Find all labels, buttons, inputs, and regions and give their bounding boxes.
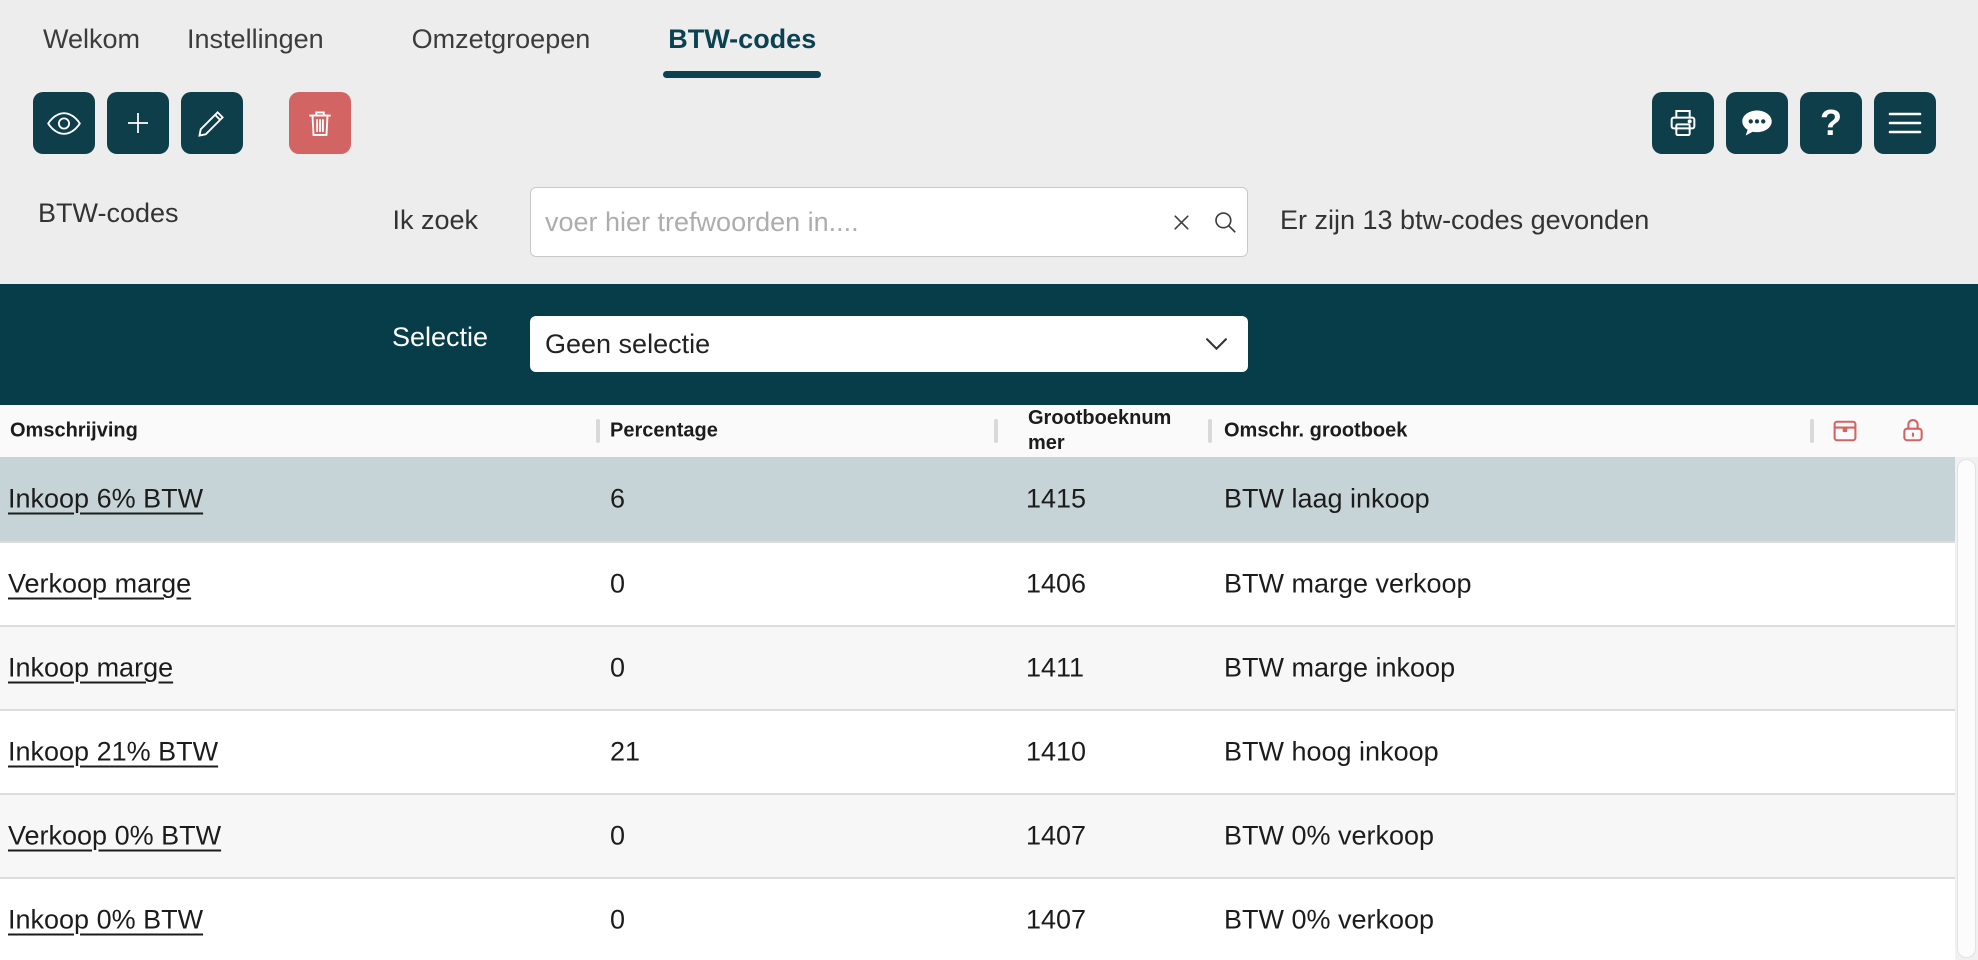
feedback-button[interactable] bbox=[1726, 92, 1788, 154]
table-row[interactable]: Inkoop 6% BTW 6 1415 BTW laag inkoop bbox=[0, 457, 1955, 541]
trash-icon bbox=[305, 108, 335, 138]
cell-grootboeknummer: 1406 bbox=[1026, 569, 1086, 600]
archive-box-icon[interactable] bbox=[1830, 416, 1860, 451]
table-header: Omschrijving Percentage Grootboeknummer … bbox=[0, 405, 1978, 457]
row-link-omschrijving[interactable]: Inkoop 6% BTW bbox=[8, 484, 203, 515]
tab-omzetgroepen[interactable]: Omzetgroepen bbox=[412, 0, 591, 78]
menu-button[interactable] bbox=[1874, 92, 1936, 154]
toolbar-left bbox=[33, 92, 351, 154]
printer-icon bbox=[1667, 107, 1699, 139]
cell-grootboeknummer: 1410 bbox=[1026, 737, 1086, 768]
view-button[interactable] bbox=[33, 92, 95, 154]
menu-icon bbox=[1888, 110, 1922, 136]
tab-bar: Welkom Instellingen Omzetgroepen BTW-cod… bbox=[0, 0, 1978, 78]
plus-icon bbox=[123, 108, 153, 138]
row-link-omschrijving[interactable]: Verkoop marge bbox=[8, 569, 191, 600]
toolbar-right: ? bbox=[1652, 92, 1936, 154]
row-link-omschrijving[interactable]: Verkoop 0% BTW bbox=[8, 821, 221, 852]
scrollbar-thumb[interactable] bbox=[1957, 459, 1976, 958]
table-row[interactable]: Inkoop 0% BTW 0 1407 BTW 0% verkoop bbox=[0, 877, 1955, 960]
app-window: Welkom Instellingen Omzetgroepen BTW-cod… bbox=[0, 0, 1978, 960]
search-label: Ik zoek bbox=[360, 205, 478, 236]
active-tab-underline bbox=[663, 71, 821, 78]
row-link-omschrijving[interactable]: Inkoop 21% BTW bbox=[8, 737, 218, 768]
table-row[interactable]: Inkoop 21% BTW 21 1410 BTW hoog inkoop bbox=[0, 709, 1955, 793]
cell-grootboeknummer: 1407 bbox=[1026, 905, 1086, 936]
column-header-percentage[interactable]: Percentage bbox=[610, 419, 718, 444]
tab-welkom[interactable]: Welkom bbox=[43, 0, 140, 78]
column-separator bbox=[1208, 419, 1212, 443]
cell-omschr-grootboek: BTW marge inkoop bbox=[1224, 653, 1455, 684]
table-row[interactable]: Verkoop marge 0 1406 BTW marge verkoop bbox=[0, 541, 1955, 625]
close-icon bbox=[1171, 212, 1192, 233]
table-row[interactable]: Inkoop marge 0 1411 BTW marge inkoop bbox=[0, 625, 1955, 709]
search-icon bbox=[1212, 209, 1238, 235]
column-separator bbox=[1810, 419, 1814, 443]
search-input[interactable] bbox=[531, 188, 1159, 256]
table-row[interactable]: Verkoop 0% BTW 0 1407 BTW 0% verkoop bbox=[0, 793, 1955, 877]
cell-omschr-grootboek: BTW 0% verkoop bbox=[1224, 821, 1434, 852]
scrollbar-track bbox=[1955, 457, 1978, 960]
row-link-omschrijving[interactable]: Inkoop marge bbox=[8, 653, 173, 684]
cell-percentage: 0 bbox=[610, 905, 625, 936]
cell-grootboeknummer: 1407 bbox=[1026, 821, 1086, 852]
search-button[interactable] bbox=[1203, 188, 1247, 256]
column-separator bbox=[596, 419, 600, 443]
pencil-icon bbox=[197, 108, 227, 138]
print-button[interactable] bbox=[1652, 92, 1714, 154]
cell-omschr-grootboek: BTW hoog inkoop bbox=[1224, 737, 1439, 768]
cell-grootboeknummer: 1415 bbox=[1026, 484, 1086, 515]
search-box bbox=[530, 187, 1248, 257]
cell-percentage: 21 bbox=[610, 737, 640, 768]
page-title: BTW-codes bbox=[38, 198, 179, 229]
eye-icon bbox=[47, 111, 81, 136]
lock-icon[interactable] bbox=[1898, 416, 1928, 451]
cell-percentage: 6 bbox=[610, 484, 625, 515]
selection-label: Selectie bbox=[340, 322, 488, 353]
clear-search-button[interactable] bbox=[1159, 188, 1203, 256]
add-button[interactable] bbox=[107, 92, 169, 154]
column-separator bbox=[994, 419, 998, 443]
cell-omschr-grootboek: BTW marge verkoop bbox=[1224, 569, 1472, 600]
table-body: Inkoop 6% BTW 6 1415 BTW laag inkoop Ver… bbox=[0, 457, 1955, 960]
tab-btw-codes[interactable]: BTW-codes bbox=[668, 0, 816, 78]
filter-band: Selectie Geen selectie bbox=[0, 284, 1978, 405]
chevron-down-icon bbox=[1205, 337, 1228, 351]
cell-percentage: 0 bbox=[610, 569, 625, 600]
help-button[interactable]: ? bbox=[1800, 92, 1862, 154]
column-header-omschr-grootboek[interactable]: Omschr. grootboek bbox=[1224, 419, 1407, 444]
chat-icon bbox=[1740, 108, 1774, 138]
selection-dropdown-value: Geen selectie bbox=[530, 329, 1205, 360]
results-count-text: Er zijn 13 btw-codes gevonden bbox=[1280, 205, 1649, 236]
column-header-omschrijving[interactable]: Omschrijving bbox=[10, 419, 138, 444]
cell-percentage: 0 bbox=[610, 653, 625, 684]
cell-grootboeknummer: 1411 bbox=[1026, 653, 1084, 684]
cell-percentage: 0 bbox=[610, 821, 625, 852]
question-icon: ? bbox=[1820, 105, 1842, 141]
tab-instellingen[interactable]: Instellingen bbox=[187, 0, 324, 78]
cell-omschr-grootboek: BTW laag inkoop bbox=[1224, 484, 1430, 515]
row-link-omschrijving[interactable]: Inkoop 0% BTW bbox=[8, 905, 203, 936]
column-header-grootboeknummer[interactable]: Grootboeknummer bbox=[1028, 406, 1186, 456]
selection-dropdown[interactable]: Geen selectie bbox=[530, 316, 1248, 372]
edit-button[interactable] bbox=[181, 92, 243, 154]
cell-omschr-grootboek: BTW 0% verkoop bbox=[1224, 905, 1434, 936]
delete-button[interactable] bbox=[289, 92, 351, 154]
